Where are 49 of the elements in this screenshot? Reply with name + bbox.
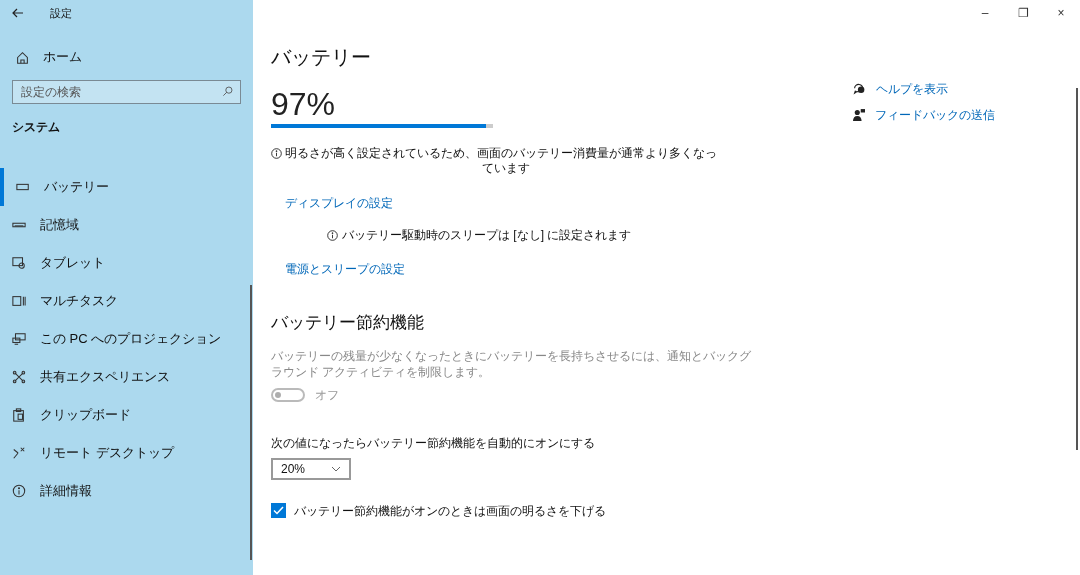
multitask-icon <box>12 294 26 308</box>
threshold-dropdown[interactable]: 20% <box>271 457 351 480</box>
chevron-down-icon <box>331 465 341 472</box>
nav-item[interactable]: マルチタスク <box>0 282 253 320</box>
brightness-note: ています <box>482 161 530 176</box>
restore-button[interactable]: ❐ <box>1004 0 1042 26</box>
saver-description: バッテリーの残量が少なくなったときにバッテリーを長持ちさせるには、通知とバックグラウンド アクティビティを制限します。 <box>271 347 751 380</box>
window-title: 設定 <box>50 5 72 21</box>
home-icon <box>16 50 29 64</box>
checkbox-label: バッテリー節約機能がオンのときは画面の明るさを下げる <box>294 502 606 520</box>
help-link[interactable]: ヘルプを表示 <box>853 80 995 98</box>
monitor-icon <box>12 332 26 346</box>
help-bubble-icon <box>853 83 866 95</box>
nav-item[interactable]: 記憶域 <box>0 206 253 244</box>
brightness-note: 明るさが高く設定されているため、画面のバッテリー消費量が通常より多くなっ <box>285 146 717 161</box>
close-button[interactable]: × <box>1042 0 1080 26</box>
section-heading: システム <box>11 119 61 136</box>
nav-item[interactable]: バッテリー <box>0 168 253 206</box>
search-icon <box>222 86 233 97</box>
nav-item[interactable]: この PC へのプロジェクション <box>0 320 253 358</box>
info-icon <box>327 229 338 241</box>
info-icon <box>12 484 26 498</box>
display-settings-link[interactable]: ディスプレイの設定 <box>285 194 393 212</box>
nav-item[interactable]: 詳細情報 <box>0 472 253 510</box>
back-button[interactable] <box>12 8 24 18</box>
nav-item[interactable]: リモート デスクトップ <box>0 434 253 472</box>
feedback-link[interactable]: フィードバックの送信 <box>853 106 995 124</box>
search-field[interactable]: 設定の検索 <box>12 80 241 104</box>
info-icon <box>271 148 282 159</box>
sleep-note: バッテリー駆動時のスリープは [なし] に設定されます <box>342 227 632 244</box>
battery-percent: 97% <box>271 86 337 122</box>
tablet-icon <box>12 256 26 270</box>
auto-on-label: 次の値になったらバッテリー節約機能を自動的にオンにする <box>271 434 596 452</box>
nav-item[interactable]: 共有エクスペリエンス <box>0 358 253 396</box>
power-sleep-link[interactable]: 電源とスリープの設定 <box>285 260 405 278</box>
page-title: バッテリー <box>271 45 372 70</box>
minimize-button[interactable]: – <box>966 0 1004 26</box>
clipboard-icon <box>12 408 26 422</box>
remote-icon <box>12 446 26 460</box>
feedback-person-icon <box>853 108 865 122</box>
back-arrow-icon <box>12 8 24 18</box>
home-nav-item[interactable]: ホーム <box>0 46 253 68</box>
nav-item[interactable]: クリップボード <box>0 396 253 434</box>
checkmark-icon <box>273 506 284 515</box>
shared-icon <box>12 370 26 384</box>
section-heading: バッテリー節約機能 <box>271 312 425 334</box>
checkbox[interactable] <box>271 503 286 518</box>
toggle-label: オフ <box>315 386 339 404</box>
nav-item[interactable]: タブレット <box>0 244 253 282</box>
